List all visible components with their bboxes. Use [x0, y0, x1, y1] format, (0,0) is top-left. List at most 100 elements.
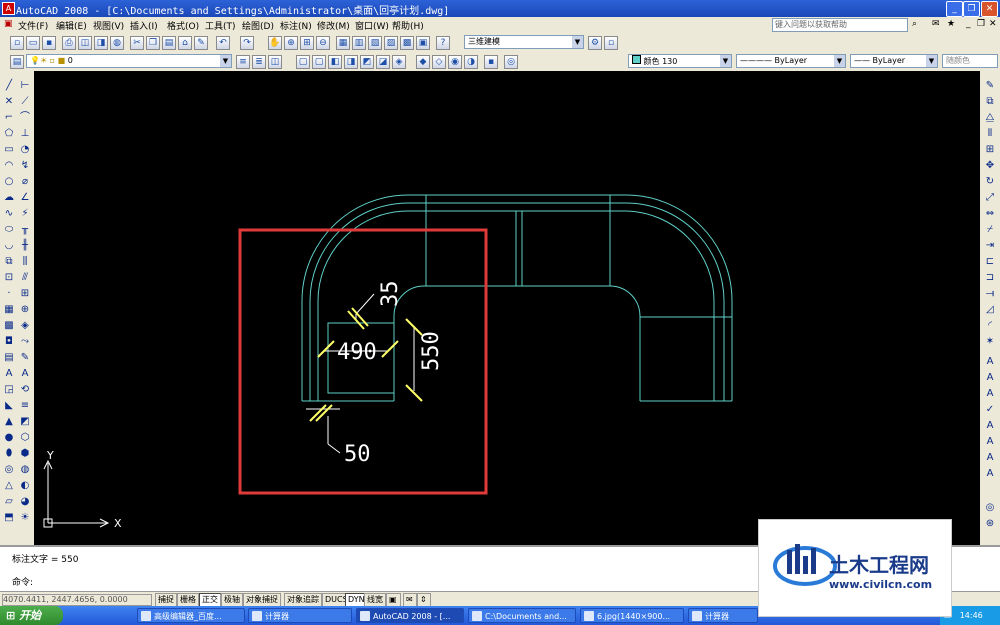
break-point-icon[interactable]: ⊏: [983, 255, 997, 269]
pan-icon[interactable]: ✋: [268, 36, 282, 50]
view-back-icon[interactable]: ◪: [376, 55, 390, 69]
circle-icon[interactable]: ○: [2, 175, 16, 189]
shade-icon[interactable]: ◇: [432, 55, 446, 69]
break-icon[interactable]: ⊐: [983, 271, 997, 285]
view-right-icon[interactable]: ◨: [344, 55, 358, 69]
help-icon[interactable]: ?: [436, 36, 450, 50]
dim-text-edit-icon[interactable]: A: [18, 367, 32, 381]
rectangle-icon[interactable]: ▭: [2, 143, 16, 157]
ellipse-arc-icon[interactable]: ◡: [2, 239, 16, 253]
snap-toggle[interactable]: 捕捉: [155, 593, 177, 607]
cylinder-icon[interactable]: ⬮: [2, 447, 16, 461]
start-button[interactable]: ⊞ 开始: [0, 606, 63, 625]
lineweight-select[interactable]: —— ByLayer ▼: [850, 54, 938, 68]
explode-icon[interactable]: ✶: [983, 335, 997, 349]
status-menu-icon[interactable]: ⇕: [417, 593, 431, 607]
menu-edit[interactable]: 编辑(E): [56, 19, 87, 32]
paste-icon[interactable]: ▤: [162, 36, 176, 50]
polar-toggle[interactable]: 极轴: [221, 593, 243, 607]
task-autocad[interactable]: AutoCAD 2008 - [...: [356, 608, 464, 623]
menu-help[interactable]: 帮助(H): [392, 19, 424, 32]
minimize-button[interactable]: _: [946, 1, 963, 17]
markup-icon[interactable]: ▩: [400, 36, 414, 50]
text-style-icon[interactable]: A: [983, 371, 997, 385]
solid-edit-icon[interactable]: ◩: [18, 415, 32, 429]
camera-icon[interactable]: ▪: [484, 55, 498, 69]
zoom-previous-icon[interactable]: ⊖: [316, 36, 330, 50]
line-icon[interactable]: ╱: [2, 79, 16, 93]
view-left-icon[interactable]: ◧: [328, 55, 342, 69]
move-icon[interactable]: ✥: [983, 159, 997, 173]
plotstyle-select[interactable]: 随颜色: [942, 54, 998, 68]
doc-close-button[interactable]: ✕: [989, 19, 997, 29]
text-edit-icon[interactable]: A: [983, 387, 997, 401]
task-calculator-2[interactable]: 计算器: [688, 608, 758, 623]
text-icon[interactable]: A: [983, 355, 997, 369]
arc-icon[interactable]: ◠: [2, 159, 16, 173]
extend-icon[interactable]: ⇥: [983, 239, 997, 253]
grid-toggle[interactable]: 栅格: [177, 593, 199, 607]
menu-insert[interactable]: 插入(I): [130, 19, 158, 32]
layer-states-icon[interactable]: ◫: [268, 55, 282, 69]
dim-arc-icon[interactable]: ⌒: [18, 111, 32, 125]
polygon-icon[interactable]: ⬠: [2, 127, 16, 141]
layer-previous-icon[interactable]: ≣: [252, 55, 266, 69]
zoom-realtime-icon[interactable]: ⊕: [284, 36, 298, 50]
view-bottom-icon[interactable]: ▢: [312, 55, 326, 69]
target-icon[interactable]: ◎: [504, 55, 518, 69]
erase-icon[interactable]: ✎: [983, 79, 997, 93]
rotate-icon[interactable]: ↻: [983, 175, 997, 189]
convert-text-icon[interactable]: A: [983, 467, 997, 481]
stretch-icon[interactable]: ⇔: [983, 207, 997, 221]
match-prop-icon[interactable]: ⌂: [178, 36, 192, 50]
justify-text-icon[interactable]: A: [983, 451, 997, 465]
menu-tools[interactable]: 工具(T): [205, 19, 236, 32]
brush-icon[interactable]: ✎: [194, 36, 208, 50]
gradient-icon[interactable]: ▩: [2, 319, 16, 333]
task-calculator-1[interactable]: 计算器: [248, 608, 352, 623]
table-icon[interactable]: ▤: [2, 351, 16, 365]
preview-icon[interactable]: ◫: [78, 36, 92, 50]
dim-space-icon[interactable]: ⫼: [18, 255, 32, 269]
save-icon[interactable]: ▪: [42, 36, 56, 50]
properties-icon[interactable]: ▦: [336, 36, 350, 50]
array-icon[interactable]: ⊞: [983, 143, 997, 157]
dim-jogged-icon[interactable]: ↯: [18, 159, 32, 173]
planar-icon[interactable]: ▱: [2, 495, 16, 509]
calculator-icon[interactable]: ▣: [416, 36, 430, 50]
realistic-icon[interactable]: ◉: [448, 55, 462, 69]
dim-break-icon[interactable]: ⫻: [18, 271, 32, 285]
dim-edit-icon[interactable]: ✎: [18, 351, 32, 365]
sheet-set-icon[interactable]: ▨: [384, 36, 398, 50]
spline-icon[interactable]: ∿: [2, 207, 16, 221]
point-icon[interactable]: ·: [2, 287, 16, 301]
render-icon[interactable]: ◕: [18, 495, 32, 509]
light-icon[interactable]: ☀: [18, 511, 32, 525]
zoom-window-icon[interactable]: ⊞: [300, 36, 314, 50]
inspect-icon[interactable]: ◈: [18, 319, 32, 333]
menu-modify[interactable]: 修改(M): [317, 19, 350, 32]
view-iso-icon[interactable]: ◈: [392, 55, 406, 69]
dim-continue-icon[interactable]: ╫: [18, 239, 32, 253]
comm-icon[interactable]: ✉: [403, 593, 417, 607]
doc-minimize-button[interactable]: _: [966, 19, 971, 29]
subtract-icon[interactable]: ⬢: [18, 447, 32, 461]
search-icon[interactable]: ⌕: [912, 19, 917, 29]
region-icon[interactable]: ◘: [2, 335, 16, 349]
conceptual-icon[interactable]: ◑: [464, 55, 478, 69]
menu-window[interactable]: 窗口(W): [355, 19, 389, 32]
box-icon[interactable]: ◲: [2, 383, 16, 397]
plot-icon[interactable]: ◍: [110, 36, 124, 50]
visual-style-icon[interactable]: ◆: [416, 55, 430, 69]
quick-dim-icon[interactable]: ⚡: [18, 207, 32, 221]
cone-icon[interactable]: ▲: [2, 415, 16, 429]
new-icon[interactable]: ▫: [10, 36, 24, 50]
hatch-icon[interactable]: ▦: [2, 303, 16, 317]
join-icon[interactable]: ⟞: [983, 287, 997, 301]
view-front-icon[interactable]: ◩: [360, 55, 374, 69]
coordinate-readout[interactable]: 4070.4411, 2447.4656, 0.0000: [2, 594, 152, 606]
autocad-app-icon[interactable]: A: [2, 2, 15, 15]
close-button[interactable]: ✕: [981, 1, 998, 17]
model-icon[interactable]: ▣: [386, 593, 401, 607]
view-top-icon[interactable]: ▢: [296, 55, 310, 69]
